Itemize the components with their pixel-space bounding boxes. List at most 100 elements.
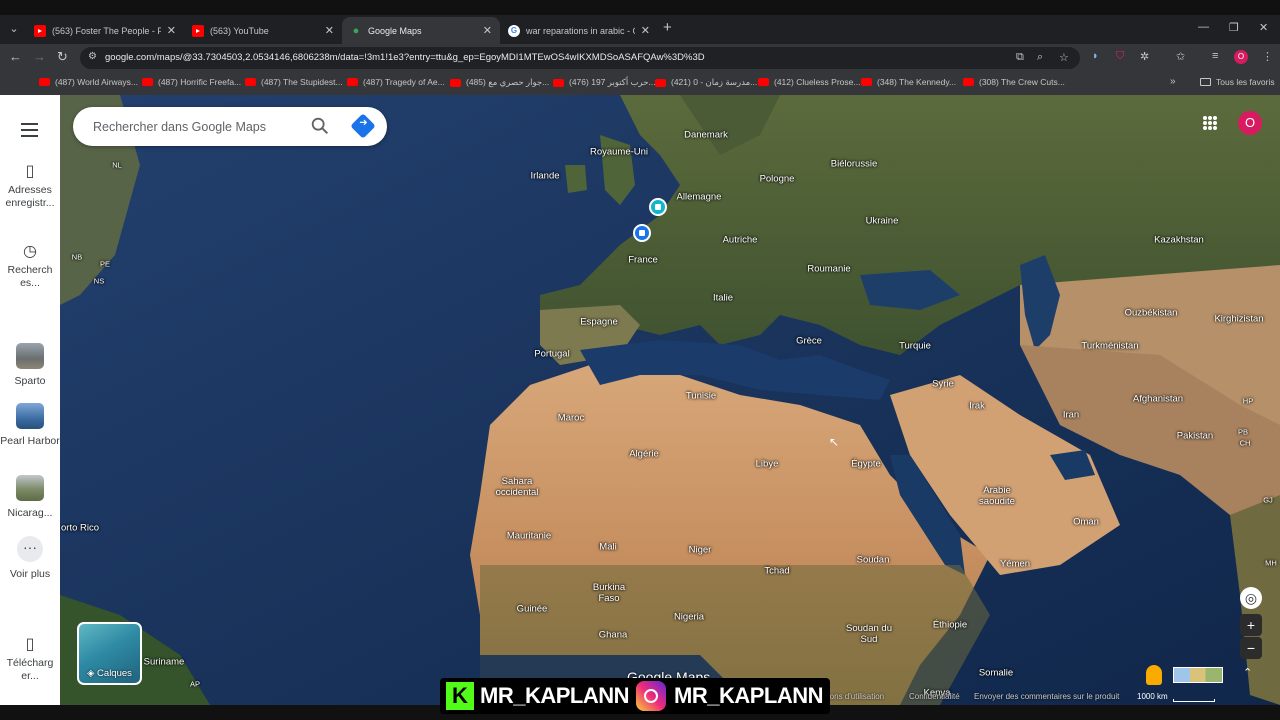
tab-title: (563) Foster The People - Pump bbox=[52, 25, 161, 36]
bookmark-item[interactable]: (487) World Airways... bbox=[39, 77, 138, 87]
bookmark-item[interactable]: (476) حرب أكتوبر 197... bbox=[553, 77, 656, 88]
imagery-thumbnails[interactable] bbox=[1173, 667, 1223, 683]
bookmark-item[interactable]: (348) The Kennedy... bbox=[861, 77, 956, 87]
favorites-icon[interactable]: ✩ bbox=[1176, 50, 1185, 63]
address-bar[interactable]: ⚙ google.com/maps/@33.7304503,2.0534146,… bbox=[80, 47, 1080, 69]
all-bookmarks-folder[interactable]: Tous les favoris bbox=[1200, 77, 1275, 87]
tab-strip: ⌄ (563) Foster The People - Pump ✕ (563)… bbox=[0, 15, 1280, 44]
recent-button[interactable]: ◷ Recherch es... bbox=[0, 244, 60, 290]
streamer-overlay: K MR_KAPLANN MR_KAPLANN bbox=[440, 678, 830, 714]
bookmark-item[interactable]: (487) The Stupidest... bbox=[245, 77, 343, 87]
saved-places-button[interactable]: ▯ Adresses enregistr... bbox=[0, 163, 60, 210]
close-tab-icon[interactable]: ✕ bbox=[325, 24, 334, 37]
saved-place-pin[interactable] bbox=[649, 198, 667, 216]
media-controls-icon[interactable]: ≡ bbox=[1212, 50, 1218, 62]
menu-hamburger-icon[interactable] bbox=[21, 123, 38, 141]
zoom-icon[interactable]: ⌕ bbox=[1037, 51, 1043, 64]
extensions-icon[interactable]: ✲ bbox=[1140, 50, 1149, 63]
google-apps-icon[interactable] bbox=[1203, 116, 1217, 130]
more-bookmarks-icon[interactable]: » bbox=[1170, 76, 1176, 87]
site-info-icon[interactable]: ⚙ bbox=[88, 51, 97, 62]
more-label: Voir plus bbox=[9, 568, 51, 580]
recent-place-pearl-harbor[interactable]: Pearl Harbor bbox=[0, 403, 60, 448]
zoom-in-button[interactable]: + bbox=[1240, 614, 1262, 636]
layers-button[interactable]: ◈ Calques bbox=[77, 622, 142, 685]
tab-search-button[interactable]: ⌄ bbox=[4, 19, 24, 39]
close-window-icon[interactable]: ✕ bbox=[1259, 21, 1268, 34]
bookmark-item[interactable]: (308) The Crew Cuts... bbox=[963, 77, 1065, 87]
search-input[interactable] bbox=[93, 107, 293, 146]
map-label: Allemagne bbox=[676, 191, 722, 203]
map-label: Égypte bbox=[851, 458, 881, 470]
directions-icon[interactable] bbox=[350, 113, 376, 139]
place-label: Pearl Harbor bbox=[0, 435, 60, 447]
profile-avatar[interactable]: O bbox=[1234, 50, 1248, 64]
saved-place-pin[interactable] bbox=[633, 224, 651, 242]
install-app-icon[interactable]: ⧉ bbox=[1016, 51, 1024, 64]
recent-place-sparto[interactable]: Sparto bbox=[0, 343, 60, 388]
map-label: Italie bbox=[712, 292, 734, 304]
map-label: Portugal bbox=[534, 348, 570, 360]
bookmark-label: (487) The Stupidest... bbox=[261, 77, 343, 87]
bookmark-icon: ▯ bbox=[25, 163, 35, 180]
minimize-icon[interactable]: — bbox=[1198, 21, 1209, 33]
feedback-link[interactable]: Envoyer des commentaires sur le produit bbox=[974, 692, 1119, 701]
bookmark-label: (308) The Crew Cuts... bbox=[979, 77, 1065, 87]
tab-title: war reparations in arabic - Goo bbox=[526, 25, 635, 36]
map-label: Ouzbékistan bbox=[1124, 307, 1178, 319]
extension-shield-icon[interactable]: ⛉ bbox=[1116, 50, 1124, 63]
bookmark-item[interactable]: (487) Tragedy of Ae... bbox=[347, 77, 445, 87]
restore-icon[interactable]: ❐ bbox=[1229, 21, 1239, 34]
tab-google-search[interactable]: G war reparations in arabic - Goo ✕ bbox=[500, 17, 658, 44]
account-avatar[interactable]: O bbox=[1238, 111, 1262, 135]
bookmark-item[interactable]: (485) جوار حصري مع... bbox=[450, 77, 549, 88]
my-location-icon[interactable]: ◎ bbox=[1240, 587, 1262, 609]
map-label: PE bbox=[99, 259, 111, 269]
place-label: Sparto bbox=[14, 375, 46, 387]
bookmark-star-icon[interactable]: ☆ bbox=[1059, 51, 1069, 64]
map-label: NB bbox=[71, 252, 83, 262]
menu-icon[interactable]: ⋮ bbox=[1262, 50, 1273, 63]
youtube-icon bbox=[347, 78, 358, 86]
place-thumbnail bbox=[16, 343, 44, 369]
tab-foster-the-people[interactable]: (563) Foster The People - Pump ✕ bbox=[26, 17, 184, 44]
zoom-out-button[interactable]: − bbox=[1240, 637, 1262, 659]
map-label: Mauritanie bbox=[506, 530, 552, 542]
bookmark-label: (412) Clueless Prose... bbox=[774, 77, 861, 87]
new-tab-button[interactable]: + bbox=[663, 19, 672, 36]
youtube-icon bbox=[963, 78, 974, 86]
youtube-icon bbox=[553, 78, 564, 87]
map-label: Suriname bbox=[143, 656, 185, 668]
satellite-map[interactable]: Danemark Royaume-Uni Irlande Biélorussie… bbox=[60, 95, 1280, 705]
privacy-link[interactable]: Confidentialité bbox=[909, 692, 960, 701]
download-app-button[interactable]: ▯ Télécharg er... bbox=[0, 637, 60, 683]
extension-audio-icon[interactable]: ◗ bbox=[1092, 50, 1099, 62]
expand-up-icon[interactable]: ⌃ bbox=[1243, 666, 1252, 679]
see-more-button[interactable]: ··· Voir plus bbox=[0, 536, 60, 581]
bookmark-label: (421) مدرسة زمان - 0... bbox=[671, 77, 758, 87]
bookmark-item[interactable]: (487) Horrific Freefa... bbox=[142, 77, 241, 87]
youtube-icon bbox=[861, 78, 872, 86]
back-icon[interactable]: ← bbox=[9, 49, 22, 64]
recent-place-nicaragua[interactable]: Nicarag... bbox=[0, 475, 60, 520]
reload-icon[interactable]: ↻ bbox=[57, 49, 68, 65]
close-tab-icon[interactable]: ✕ bbox=[167, 24, 176, 37]
map-label: Arabie saoudite bbox=[979, 485, 1015, 507]
search-icon[interactable] bbox=[309, 115, 331, 137]
tab-google-maps[interactable]: ● Google Maps ✕ bbox=[342, 17, 500, 44]
forward-icon[interactable]: → bbox=[33, 49, 46, 64]
bookmark-item[interactable]: (421) مدرسة زمان - 0... bbox=[655, 77, 757, 88]
map-label: Niger bbox=[688, 544, 712, 556]
map-label: Ghana bbox=[598, 629, 628, 641]
saved-label: Adresses enregistr... bbox=[5, 184, 55, 209]
close-tab-icon[interactable]: ✕ bbox=[483, 24, 492, 37]
tab-youtube[interactable]: (563) YouTube ✕ bbox=[184, 17, 342, 44]
map-label: Turkménistan bbox=[1081, 340, 1139, 352]
scale-label[interactable]: 1000 km bbox=[1137, 692, 1168, 701]
bookmark-item[interactable]: (412) Clueless Prose... bbox=[758, 77, 860, 87]
bookmark-label: (487) Tragedy of Ae... bbox=[363, 77, 445, 87]
street-view-pegman-icon[interactable] bbox=[1146, 665, 1162, 685]
close-tab-icon[interactable]: ✕ bbox=[641, 24, 650, 37]
tab-title: (563) YouTube bbox=[210, 25, 269, 36]
map-label: Algérie bbox=[629, 448, 659, 460]
